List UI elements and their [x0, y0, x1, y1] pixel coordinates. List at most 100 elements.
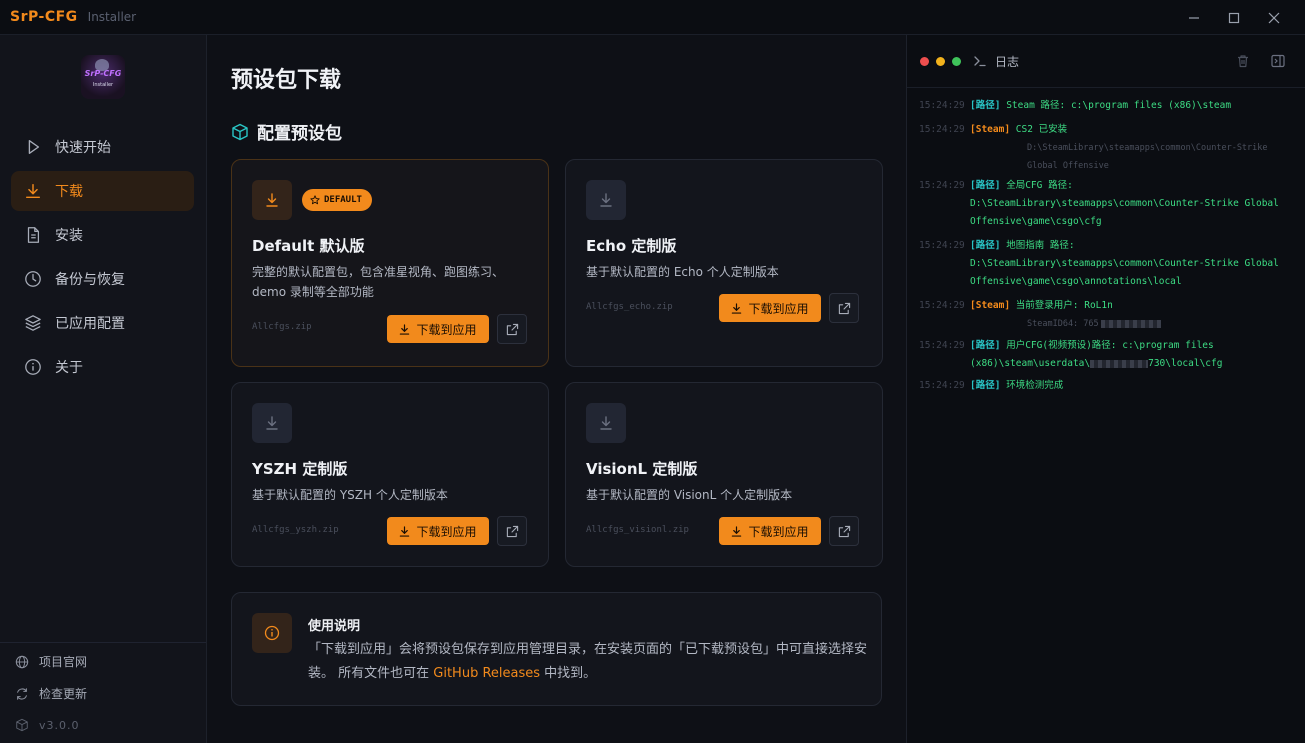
info-icon — [252, 613, 292, 653]
log-entry: 15:24:29 [路径] 地图指南 路径: D:\SteamLibrary\st… — [919, 237, 1299, 291]
check-update-label: 检查更新 — [39, 687, 88, 701]
log-entry: 15:24:29 [路径] 环境检测完成 — [919, 377, 1299, 395]
log-entry: 15:24:29 [路径] Steam 路径: c:\program files… — [919, 97, 1299, 115]
log-message-cont: D:\SteamLibrary\steamapps\common\Counter… — [970, 198, 1279, 227]
log-header: 日志 — [907, 35, 1305, 88]
external-link-icon — [506, 525, 518, 537]
download-to-app-button[interactable]: 下载到应用 — [387, 315, 489, 343]
info-icon — [23, 357, 43, 377]
open-external-button[interactable] — [829, 516, 859, 546]
title-bar: SrP-CFG Installer — [0, 0, 1305, 35]
open-external-button[interactable] — [829, 293, 859, 323]
preset-card-default: DEFAULT Default 默认版 完整的默认配置包，包含准星视角、跑图练习… — [231, 159, 549, 367]
card-title: Echo 定制版 — [586, 237, 677, 255]
sidebar-item-backup[interactable]: 备份与恢复 — [11, 259, 194, 299]
info-title: 使用说明 — [308, 619, 361, 634]
sidebar-item-download[interactable]: 下载 — [11, 171, 194, 211]
download-icon — [23, 181, 43, 201]
download-to-app-button[interactable]: 下载到应用 — [719, 294, 821, 322]
sidebar-item-quickstart[interactable]: 快速开始 — [11, 127, 194, 167]
red-dot — [920, 57, 929, 66]
download-icon — [586, 180, 626, 220]
file-icon — [23, 225, 43, 245]
cube-icon — [232, 123, 248, 140]
download-icon — [400, 525, 410, 537]
open-external-button[interactable] — [497, 314, 527, 344]
log-tag: [Steam] — [970, 124, 1011, 135]
website-link[interactable]: 项目官网 — [15, 653, 87, 670]
clock-icon — [23, 269, 43, 289]
layers-icon — [23, 313, 43, 333]
card-title: YSZH 定制版 — [252, 460, 348, 478]
card-filename: Allcfgs_echo.zip — [586, 302, 673, 312]
package-icon — [16, 718, 28, 732]
check-update-link[interactable]: 检查更新 — [15, 685, 87, 702]
section-title-label: 配置预设包 — [257, 124, 342, 144]
card-description: 完整的默认配置包，包含准星视角、跑图练习、demo 录制等全部功能 — [252, 265, 505, 299]
log-message: 全局CFG 路径: — [1006, 180, 1073, 191]
log-timestamp: 15:24:29 — [919, 300, 965, 311]
log-timestamp: 15:24:29 — [919, 124, 965, 135]
trash-icon[interactable] — [1235, 53, 1251, 69]
green-dot — [952, 57, 961, 66]
maximize-icon — [1228, 12, 1240, 23]
card-description: 基于默认配置的 YSZH 个人定制版本 — [252, 488, 448, 502]
default-badge: DEFAULT — [302, 189, 372, 211]
log-entry: 15:24:29 [路径] 全局CFG 路径: D:\SteamLibrary\s… — [919, 177, 1299, 231]
sidebar-item-install[interactable]: 安装 — [11, 215, 194, 255]
log-timestamp: 15:24:29 — [919, 180, 965, 191]
log-message: Steam 路径: c:\program files (x86)\steam — [1006, 100, 1232, 111]
sidebar-item-label: 关于 — [55, 360, 83, 376]
github-releases-link[interactable]: GitHub Releases — [433, 666, 540, 681]
log-timestamp: 15:24:29 — [919, 240, 965, 251]
log-tag: [路径] — [970, 180, 1001, 191]
maximize-button[interactable] — [1214, 0, 1254, 35]
globe-icon — [15, 655, 29, 668]
preset-card-echo: Echo 定制版 基于默认配置的 Echo 个人定制版本 Allcfgs_ech… — [565, 159, 883, 367]
card-filename: Allcfgs_visionl.zip — [586, 525, 689, 535]
app-logo: SrP-CFG Installer — [81, 55, 125, 99]
download-icon — [400, 323, 410, 335]
sidebar-item-about[interactable]: 关于 — [11, 347, 194, 387]
log-panel: 日志 15:24:29 [路径] Steam 路径: c:\program fi… — [906, 35, 1305, 743]
download-to-app-button[interactable]: 下载到应用 — [387, 517, 489, 545]
sidebar-item-applied[interactable]: 已应用配置 — [11, 303, 194, 343]
log-timestamp: 15:24:29 — [919, 100, 965, 111]
download-icon — [252, 180, 292, 220]
close-button[interactable] — [1254, 0, 1294, 35]
sidebar: SrP-CFG Installer 快速开始 下载 安装 备份与恢复 已应用配置 — [0, 35, 207, 743]
sidebar-item-label: 下载 — [55, 184, 83, 200]
log-message: 地图指南 路径: — [1006, 240, 1075, 251]
refresh-icon — [17, 687, 27, 700]
log-detail: D:\SteamLibrary\steamapps\common\Counter… — [1027, 143, 1268, 171]
version-label: v3.0.0 — [39, 718, 80, 732]
info-text: 「下载到应用」会将预设包保存到应用管理目录，在安装页面的「已下载预设包」中可直接… — [308, 642, 868, 681]
preset-card-yszh: YSZH 定制版 基于默认配置的 YSZH 个人定制版本 Allcfgs_ysz… — [231, 382, 549, 567]
download-to-app-button[interactable]: 下载到应用 — [719, 517, 821, 545]
download-icon — [252, 403, 292, 443]
yellow-dot — [936, 57, 945, 66]
log-message: 用户CFG(视频预设)路径: c:\program files — [1006, 340, 1214, 351]
log-message: CS2 已安装 — [1015, 124, 1068, 135]
log-timestamp: 15:24:29 — [919, 380, 965, 391]
preset-card-visionl: VisionL 定制版 基于默认配置的 VisionL 个人定制版本 Allcf… — [565, 382, 883, 567]
log-tag: [路径] — [970, 100, 1001, 111]
card-description: 基于默认配置的 Echo 个人定制版本 — [586, 265, 779, 279]
version-info: v3.0.0 — [15, 718, 80, 732]
website-label: 项目官网 — [39, 655, 88, 669]
usage-info-panel: 使用说明 「下载到应用」会将预设包保存到应用管理目录，在安装页面的「已下载预设包… — [231, 592, 882, 706]
sidebar-item-label: 已应用配置 — [55, 316, 125, 332]
sidebar-item-label: 备份与恢复 — [55, 272, 125, 288]
app-brand: SrP-CFG — [10, 9, 78, 25]
log-tag: [Steam] — [970, 300, 1011, 311]
log-tag: [路径] — [970, 240, 1001, 251]
log-entry: 15:24:29 [路径] 用户CFG(视频预设)路径: c:\program … — [919, 337, 1299, 373]
card-filename: Allcfgs.zip — [252, 322, 312, 332]
minimize-button[interactable] — [1174, 0, 1214, 35]
log-tag: [路径] — [970, 380, 1001, 391]
section-title: 配置预设包 — [231, 119, 342, 144]
card-filename: Allcfgs_yszh.zip — [252, 525, 339, 535]
minimize-icon — [1189, 16, 1199, 19]
collapse-panel-icon[interactable] — [1270, 53, 1286, 69]
open-external-button[interactable] — [497, 516, 527, 546]
